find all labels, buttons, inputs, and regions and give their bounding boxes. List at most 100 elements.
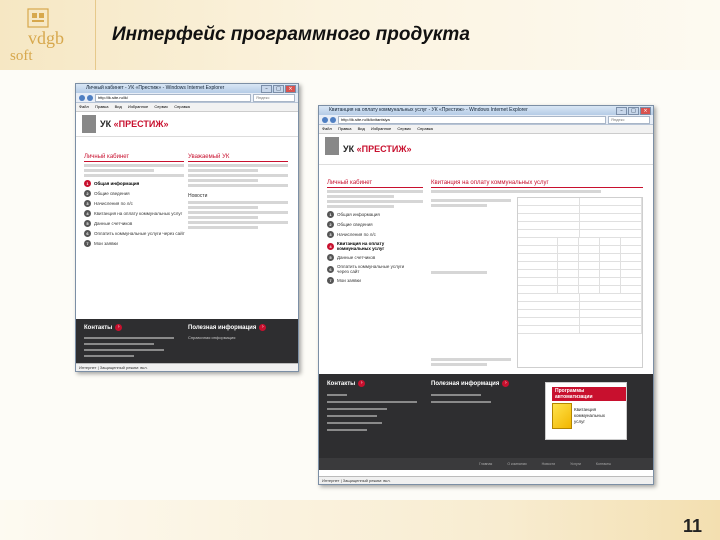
- receipt-area: [431, 197, 643, 368]
- menu-tools[interactable]: Сервис: [154, 104, 168, 109]
- table-row: [518, 206, 642, 214]
- footer-band: [0, 500, 720, 540]
- sidebar-item-6[interactable]: 6 Оплатить коммунальные услуги через сайт: [84, 230, 185, 237]
- sidebar-item-7[interactable]: 7 Мои заявки: [327, 277, 423, 284]
- url-input[interactable]: http://lk.site.ru/lk/kvitantsiya: [338, 115, 606, 124]
- text-placeholder: [188, 184, 288, 187]
- site-logo[interactable]: УК «ПРЕСТИЖ»: [343, 144, 411, 154]
- site-building-icon: [325, 137, 339, 155]
- footer-nav-item[interactable]: Контакты: [596, 462, 611, 466]
- menu-bar: Файл Правка Вид Избранное Сервис Справка: [76, 103, 298, 112]
- arrow-right-icon: ›: [115, 324, 123, 331]
- table-row: [518, 262, 642, 270]
- arrow-right-icon: ›: [259, 324, 267, 331]
- promo-banner[interactable]: Программы автоматизации Квитанция коммун…: [545, 382, 627, 440]
- text-placeholder: [327, 408, 387, 410]
- menu-file[interactable]: Файл: [322, 126, 332, 131]
- text-placeholder: [84, 349, 164, 351]
- footer-nav-item[interactable]: Новости: [542, 462, 556, 466]
- text-placeholder: [188, 206, 258, 209]
- footer-nav-item[interactable]: Главная: [479, 462, 492, 466]
- contacts-heading[interactable]: Контакты ›: [327, 380, 366, 387]
- slide: vdgb soft Интерфейс программного продукт…: [0, 0, 720, 540]
- sidebar-item-2[interactable]: 2 Общие сведения: [327, 221, 423, 228]
- text-placeholder: [188, 174, 288, 177]
- table-row: [518, 278, 642, 286]
- main-column-title: Квитанция на оплату коммунальных услуг: [431, 180, 643, 188]
- sidebar-item-3[interactable]: 3 Начисления по л/с: [84, 200, 184, 207]
- text-placeholder: [431, 271, 487, 274]
- text-placeholder: [327, 394, 347, 396]
- promo-title: Программы автоматизации: [552, 387, 626, 401]
- sidebar-item-4[interactable]: 4 Квитанция на оплату коммунальных услуг: [84, 210, 184, 217]
- site-header: УК «ПРЕСТИЖ»: [319, 134, 653, 165]
- text-placeholder: [84, 355, 134, 357]
- minimize-button[interactable]: –: [616, 107, 627, 115]
- window-title: Квитанция на оплату коммунальных услуг -…: [329, 107, 528, 113]
- table-row: [518, 246, 642, 254]
- address-bar: http://lk.site.ru/lk/kvitantsiya Яндекс: [319, 115, 653, 125]
- news-heading[interactable]: Новости: [188, 193, 288, 199]
- menu-help[interactable]: Справка: [174, 104, 190, 109]
- maximize-button[interactable]: □: [273, 85, 284, 93]
- sidebar-item-5[interactable]: 5 Данные счетчиков: [327, 254, 423, 261]
- sidebar-item-4[interactable]: 4 Квитанция на оплату коммунальных услуг: [327, 241, 423, 251]
- text-placeholder: [327, 195, 395, 198]
- text-placeholder: [84, 174, 184, 177]
- menu-file[interactable]: Файл: [79, 104, 89, 109]
- site-building-icon: [82, 115, 96, 133]
- window-title: Личный кабинет - УК «Престиж» - Windows …: [86, 85, 225, 91]
- site-logo[interactable]: УК «ПРЕСТИЖ»: [100, 119, 168, 129]
- logo-text-soft: soft: [10, 48, 33, 64]
- sidebar-item-3[interactable]: 3 Начисления по л/с: [327, 231, 423, 238]
- menu-edit[interactable]: Правка: [338, 126, 352, 131]
- text-placeholder: [188, 201, 288, 204]
- menu-favorites[interactable]: Избранное: [128, 104, 148, 109]
- footer-nav-item[interactable]: Услуги: [570, 462, 581, 466]
- main-column: Квитанция на оплату коммунальных услуг: [431, 180, 643, 368]
- menu-help[interactable]: Справка: [417, 126, 433, 131]
- text-placeholder: [188, 211, 288, 214]
- url-input[interactable]: http://lk.site.ru/lk/: [95, 93, 251, 102]
- close-button[interactable]: ×: [285, 85, 296, 93]
- text-placeholder: [327, 429, 367, 431]
- logo-text-vdgb: vdgb: [28, 28, 64, 48]
- useful-info-heading[interactable]: Полезная информация ›: [431, 380, 510, 387]
- status-bar: Интернет | Защищенный режим: вкл.: [319, 476, 653, 484]
- sidebar-item-1[interactable]: 1 Общая информация: [84, 180, 184, 187]
- menu-view[interactable]: Вид: [358, 126, 365, 131]
- sidebar-item-1[interactable]: 1 Общая информация: [327, 211, 423, 218]
- table-row: [518, 302, 642, 310]
- text-placeholder: [327, 422, 382, 424]
- back-arrow-icon[interactable]: [322, 116, 328, 123]
- promo-text: Квитанция коммунальных услуг: [574, 407, 605, 424]
- close-button[interactable]: ×: [640, 107, 651, 115]
- site-footer: Контакты › Полезная информация › Справочна…: [76, 319, 298, 363]
- menu-view[interactable]: Вид: [115, 104, 122, 109]
- left-column: Личный кабинет 1 Общая информация 2 Общие …: [327, 180, 423, 287]
- window-controls: – □ ×: [616, 107, 651, 115]
- useful-info-link[interactable]: Справочная информация: [188, 335, 235, 340]
- menu-edit[interactable]: Правка: [95, 104, 109, 109]
- sidebar-item-7[interactable]: 7 Мои заявки: [84, 240, 184, 247]
- useful-info-heading[interactable]: Полезная информация ›: [188, 324, 267, 331]
- search-input[interactable]: Яндекс: [608, 115, 650, 124]
- contacts-heading[interactable]: Контакты ›: [84, 324, 123, 331]
- footer-nav-item[interactable]: О компании: [507, 462, 526, 466]
- back-arrow-icon[interactable]: [79, 94, 85, 101]
- forward-arrow-icon[interactable]: [330, 116, 336, 123]
- site-header: УК «ПРЕСТИЖ»: [76, 112, 298, 137]
- menu-tools[interactable]: Сервис: [397, 126, 411, 131]
- front-browser-window: Квитанция на оплату коммунальных услуг -…: [318, 105, 654, 485]
- sidebar-item-2[interactable]: 2 Общие сведения: [84, 190, 184, 197]
- sidebar-item-6[interactable]: 6 Оплатить коммунальные услуги через сайт: [327, 264, 423, 274]
- vdgb-soft-logo: vdgb soft: [10, 8, 64, 64]
- maximize-button[interactable]: □: [628, 107, 639, 115]
- forward-arrow-icon[interactable]: [87, 94, 93, 101]
- menu-favorites[interactable]: Избранное: [371, 126, 391, 131]
- search-input[interactable]: Яндекс: [253, 93, 295, 102]
- text-placeholder: [431, 363, 487, 366]
- sidebar-item-5[interactable]: 5 Данные счетчиков: [84, 220, 184, 227]
- minimize-button[interactable]: –: [261, 85, 272, 93]
- text-placeholder: [188, 164, 288, 167]
